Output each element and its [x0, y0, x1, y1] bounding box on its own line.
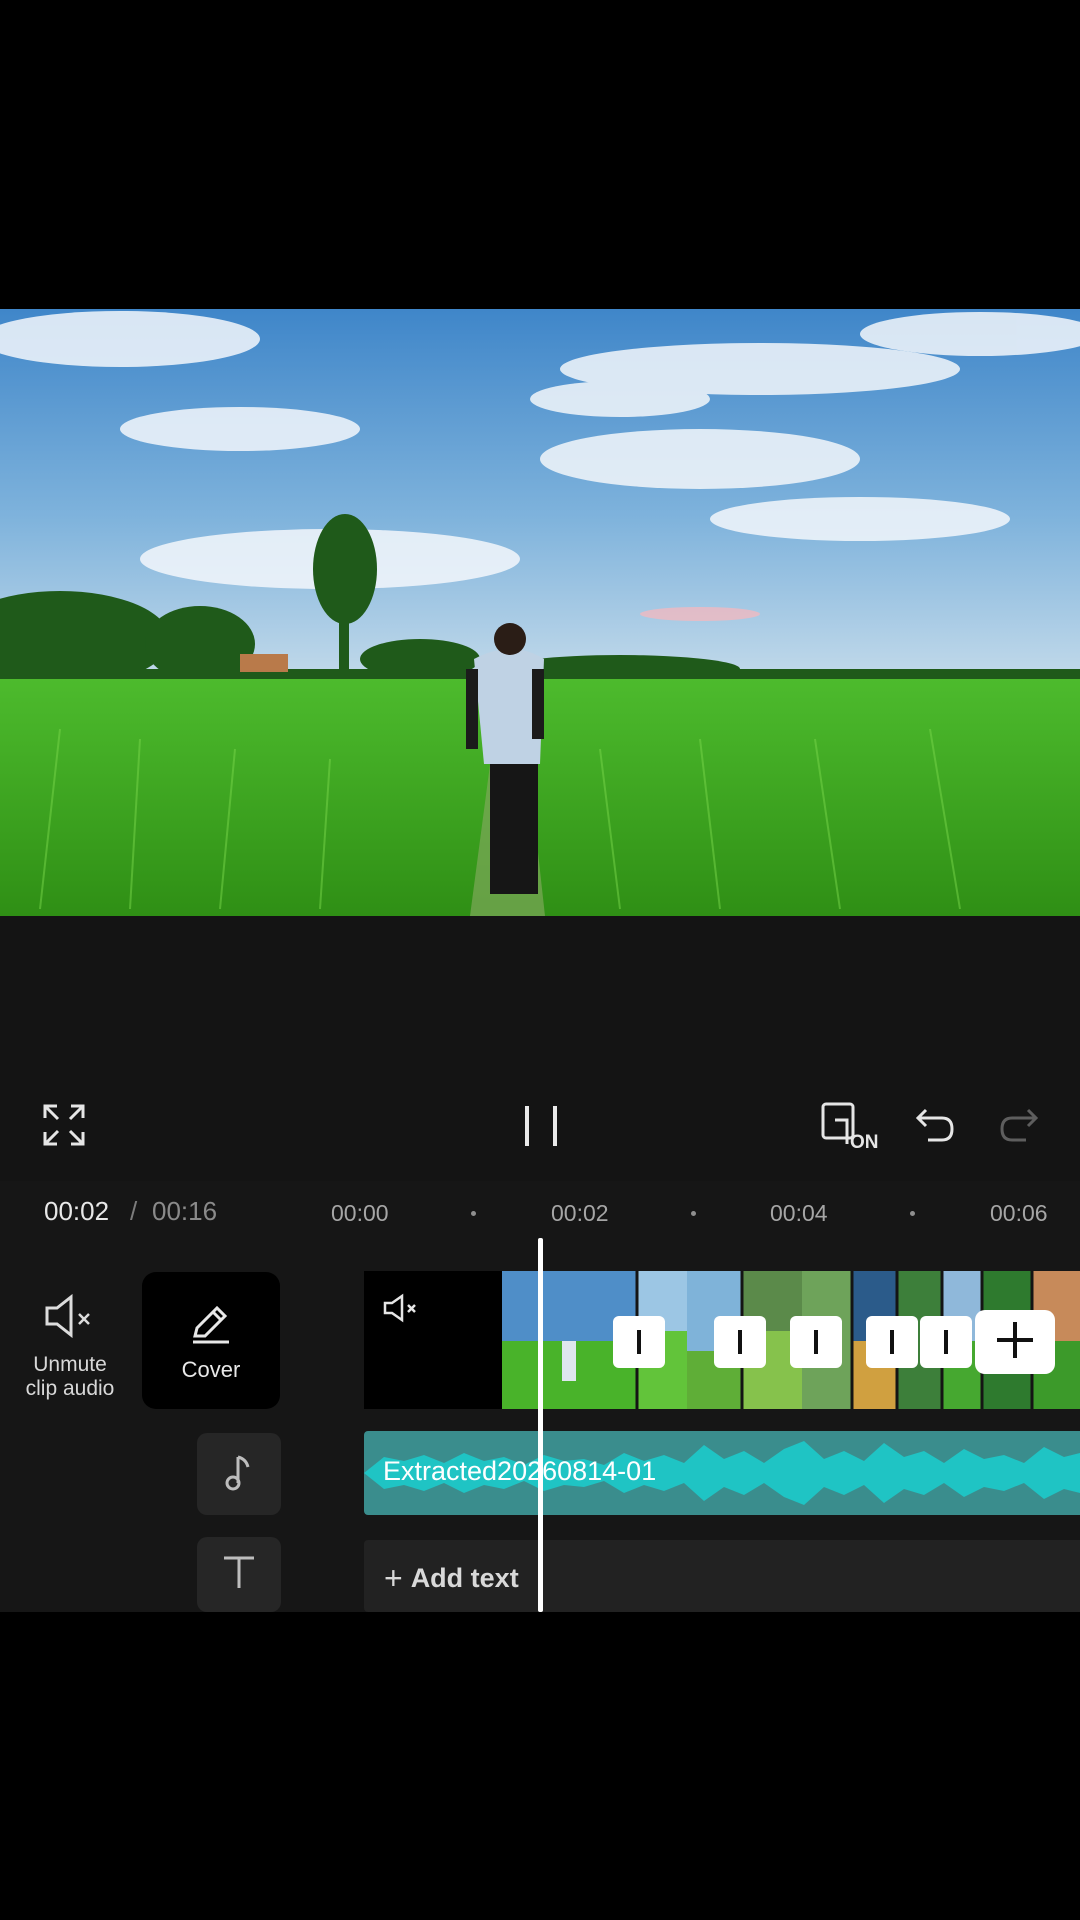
add-text-label: Add text [410, 1563, 519, 1593]
ruler-tick-label: 00:02 [551, 1200, 609, 1226]
ruler-dot [471, 1211, 476, 1216]
music-note-icon [224, 1453, 254, 1496]
black-clip[interactable] [364, 1271, 502, 1409]
pencil-icon [189, 1302, 233, 1349]
redo-icon[interactable] [998, 1106, 1040, 1144]
plus-icon: + [384, 1560, 403, 1596]
ruler-dot [691, 1211, 696, 1216]
transition-handle[interactable] [866, 1316, 918, 1368]
ruler-tick-label: 00:06 [990, 1200, 1048, 1226]
add-text-button[interactable]: + Add text [384, 1560, 519, 1597]
unmute-clip-audio-button[interactable]: Unmute clip audio [10, 1278, 130, 1408]
total-time: 00:16 [152, 1196, 218, 1226]
time-separator: / [130, 1196, 138, 1226]
text-track-button[interactable] [197, 1537, 281, 1612]
unmute-label-line2: clip audio [25, 1377, 115, 1400]
transition-handle[interactable] [920, 1316, 972, 1368]
cover-label: Cover [181, 1357, 241, 1382]
sync-on-icon[interactable]: ON [820, 1098, 882, 1156]
transition-handle[interactable] [613, 1316, 665, 1368]
transition-handle[interactable] [714, 1316, 766, 1368]
pause-icon[interactable] [523, 1106, 559, 1146]
transition-handle[interactable] [790, 1316, 842, 1368]
ruler-tick-label: 00:00 [331, 1200, 389, 1226]
current-time: 00:02 [44, 1196, 110, 1226]
add-clip-button[interactable] [975, 1310, 1055, 1374]
playhead[interactable] [538, 1238, 543, 1612]
cover-button[interactable]: Cover [142, 1272, 280, 1409]
ruler-tick-label: 00:04 [770, 1200, 828, 1226]
audio-clip-name: Extracted20260814-01 [383, 1456, 657, 1486]
sync-badge: ON [850, 1132, 879, 1153]
mute-icon [43, 1293, 97, 1343]
audio-track-button[interactable] [197, 1433, 281, 1515]
unmute-label-line1: Unmute [33, 1353, 107, 1376]
undo-icon[interactable] [914, 1106, 956, 1144]
clip-muted-icon [382, 1293, 420, 1328]
text-icon [221, 1554, 257, 1595]
ruler-dot [910, 1211, 915, 1216]
video-preview[interactable] [0, 309, 1080, 916]
plus-icon [994, 1319, 1036, 1366]
fullscreen-icon[interactable] [42, 1103, 86, 1147]
preview-frame [0, 309, 1080, 916]
